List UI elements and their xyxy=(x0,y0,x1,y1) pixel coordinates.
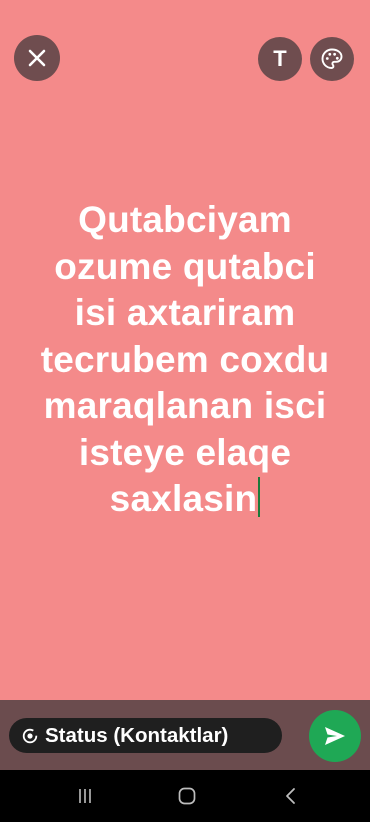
text-cursor xyxy=(258,477,261,517)
home-icon xyxy=(178,787,196,805)
status-text-line: tecrubem coxdu xyxy=(40,338,330,380)
send-button[interactable] xyxy=(309,710,361,762)
status-text-line: maraqlanan isci xyxy=(43,385,327,426)
close-button[interactable] xyxy=(14,35,60,81)
color-palette-button[interactable] xyxy=(310,37,354,81)
recents-icon xyxy=(79,789,91,803)
status-text-input[interactable]: Qutabciyam ozume qutabci isi axtariram t… xyxy=(10,197,360,523)
send-icon xyxy=(325,727,345,745)
back-icon xyxy=(286,788,295,804)
system-navigation-bar xyxy=(0,770,370,822)
status-audience-button[interactable]: Status (Kontaktlar) xyxy=(9,718,282,753)
status-text-line: isi axtariram xyxy=(74,292,296,333)
status-text-line: Qutabciyam xyxy=(78,199,292,240)
status-text-line: ozume qutabci xyxy=(54,245,316,287)
status-text-line: saxlasin xyxy=(109,478,258,519)
status-text-last-line: saxlasin xyxy=(10,476,360,523)
status-canvas[interactable]: T Qutabciyam ozume qutabci isi axtariram… xyxy=(0,0,370,700)
status-privacy-icon xyxy=(21,727,39,745)
text-tool-icon: T xyxy=(273,46,287,71)
home-button[interactable] xyxy=(172,784,202,808)
palette-icon xyxy=(321,48,343,69)
close-icon xyxy=(28,49,46,67)
status-audience-label: Status (Kontaktlar) xyxy=(45,723,229,747)
back-button[interactable] xyxy=(276,784,306,808)
status-composer-screen: T Qutabciyam ozume qutabci isi axtariram… xyxy=(0,0,370,822)
recents-button[interactable] xyxy=(70,784,100,808)
status-text-line: isteye elaqe xyxy=(78,431,292,473)
text-style-button[interactable]: T xyxy=(258,37,302,81)
